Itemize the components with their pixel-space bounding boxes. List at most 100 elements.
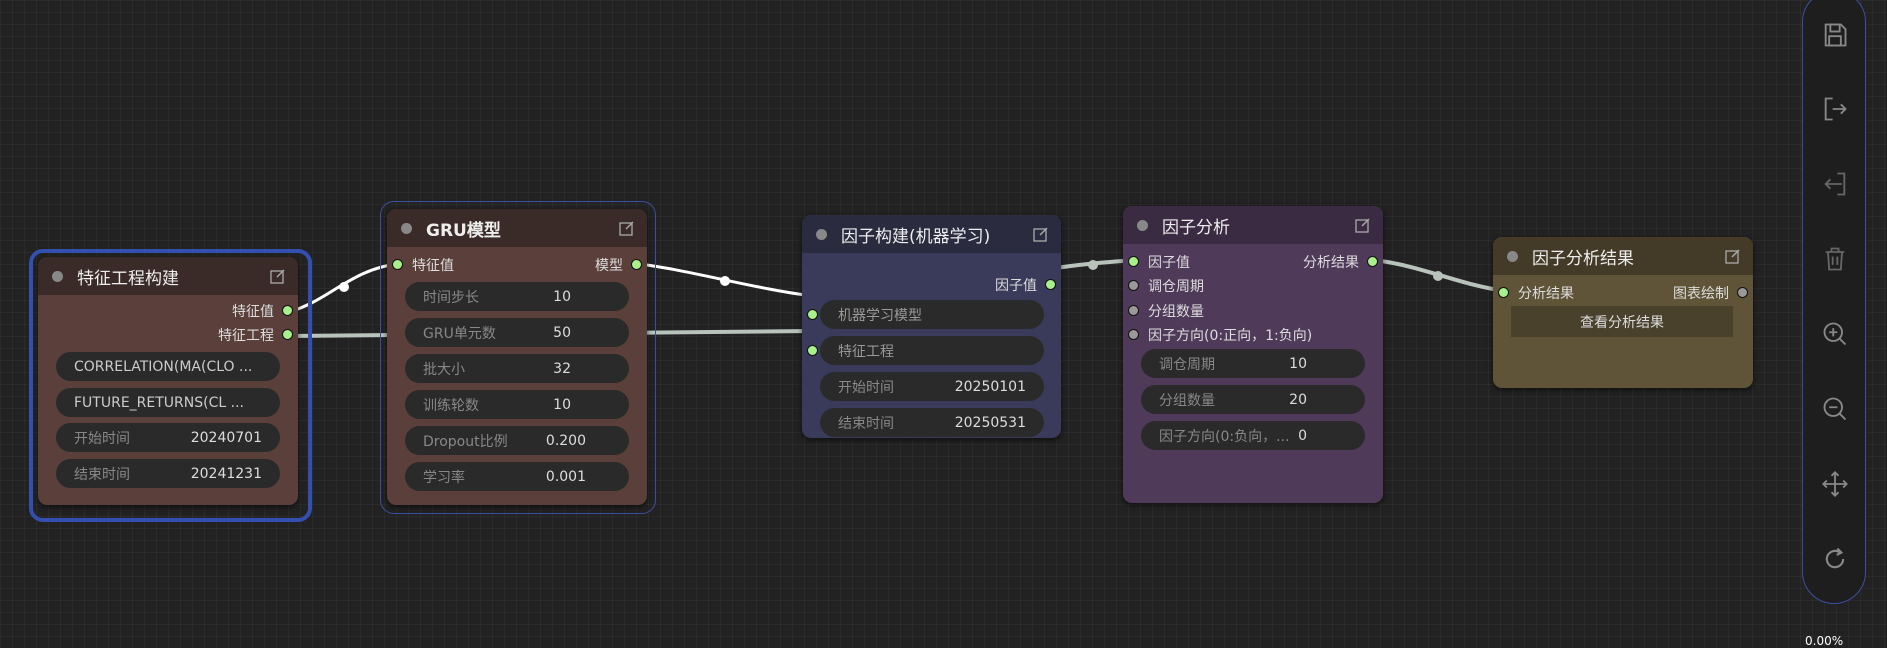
node-feature-engineering[interactable]: 特征工程构建 特征值 特征工程 CORRELATION(MA(CLO ... F… <box>38 257 298 505</box>
trash-icon[interactable] <box>1821 245 1849 273</box>
node-title: 因子分析 <box>1162 217 1230 238</box>
node-header[interactable]: 因子构建(机器学习) <box>802 215 1061 253</box>
start-date-widget[interactable]: 开始时间 20240701 <box>56 423 280 452</box>
widget-text: CORRELATION(MA(CLO ... <box>74 358 253 375</box>
output-label: 分析结果 <box>1303 255 1359 271</box>
param-widget[interactable]: 因子方向(0:负向，... 0 <box>1141 421 1365 450</box>
input-port[interactable] <box>807 345 818 356</box>
input-port[interactable] <box>392 259 403 270</box>
widget-label: 学习率 <box>423 469 465 486</box>
edit-icon[interactable] <box>619 220 635 236</box>
widget-label: 结束时间 <box>74 466 130 483</box>
input-port[interactable] <box>1128 256 1139 267</box>
input-label: 因子方向(0:正向，1:负向) <box>1148 328 1313 344</box>
input-port[interactable] <box>1128 329 1139 340</box>
node-gru-model[interactable]: GRU模型 特征值 模型 时间步长 10 GRU单元数 50 批大小 32 训练… <box>387 209 647 505</box>
output-label: 模型 <box>595 258 623 274</box>
widget-value: 32 <box>553 360 571 377</box>
widget-label: 特征工程 <box>838 343 894 360</box>
param-widget[interactable]: 时间步长 10 <box>405 282 629 311</box>
node-title: 因子构建(机器学习) <box>841 226 991 247</box>
edit-icon[interactable] <box>1033 226 1049 242</box>
output-label: 特征工程 <box>218 328 274 344</box>
link-midpoint <box>720 276 730 286</box>
zoom-level-readout: 0.00% <box>1805 634 1844 648</box>
param-widget[interactable]: 训练轮数 10 <box>405 390 629 419</box>
param-widget[interactable]: 调仓周期 10 <box>1141 349 1365 378</box>
end-date-widget[interactable]: 结束时间 20250531 <box>820 408 1044 437</box>
input-port[interactable] <box>1128 280 1139 291</box>
widget-value: 0.200 <box>545 432 586 449</box>
output-port[interactable] <box>282 305 293 316</box>
node-title: 特征工程构建 <box>77 268 179 289</box>
fit-view-icon[interactable] <box>1821 470 1849 498</box>
widget-label: 因子方向(0:负向，... <box>1159 428 1290 445</box>
canvas-toolbar <box>1802 0 1866 604</box>
node-status-dot <box>52 270 63 282</box>
input-port[interactable] <box>807 309 818 320</box>
widget-label: 开始时间 <box>74 430 130 447</box>
node-title: 因子分析结果 <box>1532 248 1634 269</box>
link-midpoint <box>339 282 349 292</box>
output-port[interactable] <box>631 259 642 270</box>
output-port[interactable] <box>1045 279 1056 290</box>
edit-icon[interactable] <box>1725 248 1741 264</box>
param-widget[interactable]: 学习率 0.001 <box>405 462 629 491</box>
edit-icon[interactable] <box>270 268 286 284</box>
node-status-dot <box>816 228 827 240</box>
widget-value: 10 <box>1289 355 1307 372</box>
input-label: 调仓周期 <box>1148 279 1204 295</box>
node-title: GRU模型 <box>426 220 501 241</box>
formula-widget[interactable]: CORRELATION(MA(CLO ... <box>56 352 280 381</box>
widget-value: 20240701 <box>190 429 262 446</box>
widget-label: 批大小 <box>423 361 465 378</box>
node-header[interactable]: 因子分析 <box>1123 206 1383 244</box>
import-icon[interactable] <box>1821 170 1849 198</box>
refresh-icon[interactable] <box>1821 545 1849 573</box>
zoom-in-icon[interactable] <box>1821 320 1849 348</box>
export-icon[interactable] <box>1821 95 1849 123</box>
param-widget[interactable]: Dropout比例 0.200 <box>405 426 629 455</box>
widget-label: 调仓周期 <box>1159 356 1215 373</box>
param-widget[interactable]: 批大小 32 <box>405 354 629 383</box>
zoom-out-icon[interactable] <box>1821 395 1849 423</box>
input-label: 特征值 <box>412 258 454 274</box>
link-midpoint <box>1433 271 1443 281</box>
widget-value: 20 <box>1289 391 1307 408</box>
end-date-widget[interactable]: 结束时间 20241231 <box>56 459 280 488</box>
formula-widget[interactable]: FUTURE_RETURNS(CL ... <box>56 388 280 417</box>
node-header[interactable]: GRU模型 <box>387 209 647 247</box>
widget-label: 训练轮数 <box>423 397 479 414</box>
input-port[interactable] <box>1498 287 1509 298</box>
output-port[interactable] <box>1367 256 1378 267</box>
output-label: 图表绘制 <box>1673 286 1729 302</box>
node-header[interactable]: 特征工程构建 <box>38 257 298 295</box>
widget-value: 0.001 <box>545 468 586 485</box>
save-icon[interactable] <box>1821 21 1849 49</box>
widget-value: 10 <box>553 396 571 413</box>
edit-icon[interactable] <box>1355 217 1371 233</box>
node-status-dot <box>401 222 412 234</box>
param-widget[interactable]: GRU单元数 50 <box>405 318 629 347</box>
input-label: 分析结果 <box>1518 286 1574 302</box>
input-label: 因子值 <box>1148 255 1190 271</box>
param-widget[interactable]: 分组数量 20 <box>1141 385 1365 414</box>
widget-label: 分组数量 <box>1159 392 1215 409</box>
start-date-widget[interactable]: 开始时间 20250101 <box>820 372 1044 401</box>
output-port[interactable] <box>1737 287 1748 298</box>
widget-value: 10 <box>553 288 571 305</box>
node-factor-analysis[interactable]: 因子分析 因子值 分析结果 调仓周期 分组数量 因子方向(0:正向，1:负向) … <box>1123 206 1383 503</box>
widget-label: 机器学习模型 <box>838 307 922 324</box>
widget-value: 20250101 <box>954 378 1026 395</box>
widget-label: Dropout比例 <box>423 433 508 450</box>
node-analysis-result[interactable]: 因子分析结果 分析结果 图表绘制 查看分析结果 <box>1493 237 1753 388</box>
output-port[interactable] <box>282 329 293 340</box>
node-factor-ml[interactable]: 因子构建(机器学习) 因子值 机器学习模型 特征工程 开始时间 20250101… <box>802 215 1061 438</box>
input-widget[interactable]: 特征工程 <box>820 336 1044 365</box>
view-results-button[interactable]: 查看分析结果 <box>1511 306 1733 337</box>
widget-label: 时间步长 <box>423 289 479 306</box>
node-header[interactable]: 因子分析结果 <box>1493 237 1753 275</box>
input-port[interactable] <box>1128 305 1139 316</box>
link-analysis-to-result <box>1372 258 1506 293</box>
input-widget[interactable]: 机器学习模型 <box>820 300 1044 329</box>
